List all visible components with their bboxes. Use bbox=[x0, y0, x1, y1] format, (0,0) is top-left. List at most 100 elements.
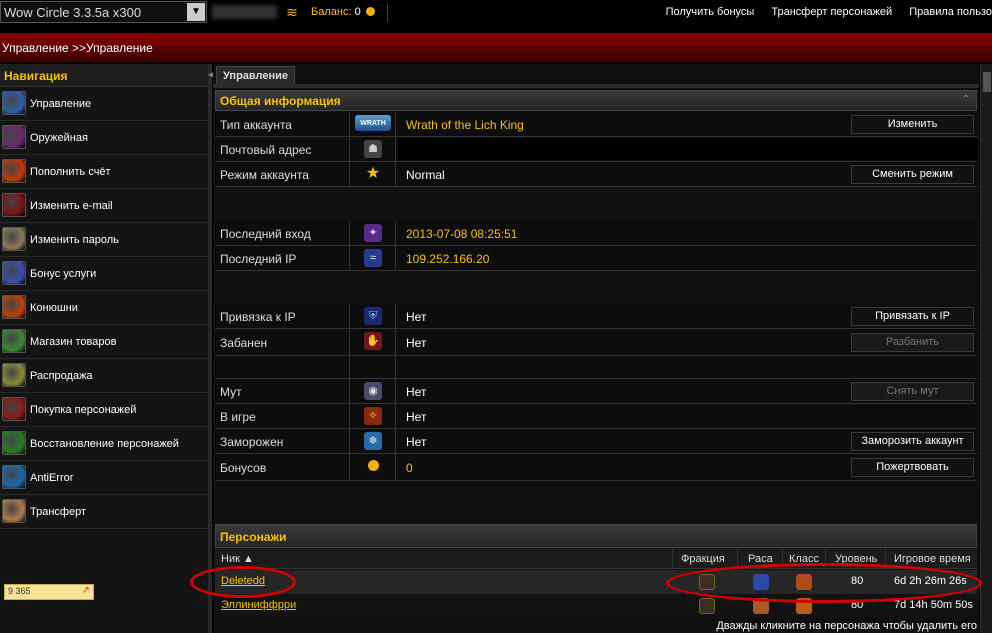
scrollbar-thumb[interactable] bbox=[983, 72, 991, 92]
sidebar-item-9[interactable]: Покупка персонажей bbox=[0, 393, 208, 427]
freeze-account-button[interactable]: Заморозить аккаунт bbox=[851, 432, 974, 451]
swirl-icon bbox=[2, 465, 26, 489]
delete-hint: Дважды кликните на персонажа чтобы удали… bbox=[716, 620, 977, 632]
top-links: Получить бонусы Трансферт персонажей Пра… bbox=[652, 6, 992, 18]
change-mode-button[interactable]: Сменить режим bbox=[851, 165, 974, 184]
link-rules[interactable]: Правила пользо bbox=[909, 6, 992, 18]
banned-label: Забанен bbox=[215, 329, 350, 355]
horse-icon bbox=[2, 295, 26, 319]
col-faction[interactable]: Фракция bbox=[681, 553, 725, 565]
row-banned: Забанен ✋ Нет Разбанить bbox=[215, 329, 977, 356]
sidebar-item-label: Восстановление персонажей bbox=[30, 438, 179, 450]
annotation-circle bbox=[666, 563, 982, 603]
sidebar-item-label: Пополнить счёт bbox=[30, 166, 111, 178]
sidebar-item-3[interactable]: Изменить e-mail bbox=[0, 189, 208, 223]
email-label: Почтовый адрес bbox=[215, 137, 350, 161]
sidebar-item-0[interactable]: Управление bbox=[0, 87, 208, 121]
sidebar-item-label: Оружейная bbox=[30, 132, 88, 144]
change-button[interactable]: Изменить bbox=[851, 115, 974, 134]
sidebar-item-2[interactable]: Пополнить счёт bbox=[0, 155, 208, 189]
chevron-rank-icon: ≋ bbox=[286, 4, 298, 20]
row-frozen: Заморожен ❄ Нет Заморозить аккаунт bbox=[215, 429, 977, 454]
last-login-value: 2013-07-08 08:25:51 bbox=[406, 227, 518, 241]
sidebar: Навигация Управление Оружейная Пополнить с… bbox=[0, 64, 208, 633]
collapse-icon[interactable]: ⌃ bbox=[962, 94, 970, 105]
frozen-label: Заморожен bbox=[215, 429, 350, 453]
frost-icon: ❄ bbox=[364, 432, 382, 450]
row-account-mode: Режим аккаунта ★ Normal Сменить режим bbox=[215, 162, 977, 187]
divider bbox=[387, 4, 388, 22]
donate-button[interactable]: Пожертвовать bbox=[851, 458, 974, 477]
mail-icon bbox=[2, 193, 26, 217]
link-get-bonuses[interactable]: Получить бонусы bbox=[666, 6, 755, 18]
counter-badge[interactable]: 9 365 ↗ bbox=[4, 584, 94, 600]
sidebar-splitter[interactable] bbox=[208, 64, 212, 633]
col-race[interactable]: Раса bbox=[748, 553, 773, 565]
realm-select[interactable]: Wow Circle 3.3.5a x300 ▼ bbox=[0, 1, 207, 23]
lock-shield-icon: ⛨ bbox=[364, 307, 382, 325]
face-icon bbox=[2, 499, 26, 523]
crossed-swords-icon bbox=[2, 125, 26, 149]
sidebar-item-11[interactable]: AntiError bbox=[0, 461, 208, 495]
sidebar-item-label: Управление bbox=[30, 98, 92, 110]
coin-icon bbox=[364, 459, 382, 477]
characters-title: Персонажи bbox=[220, 530, 287, 544]
sidebar-item-10[interactable]: Восстановление персонажей bbox=[0, 427, 208, 461]
character-playtime: 7d 14h 50m 50s bbox=[894, 599, 973, 611]
balance: Баланс: 0 bbox=[311, 6, 375, 18]
username-blurred bbox=[212, 5, 277, 19]
coin-icon bbox=[365, 7, 375, 16]
sidebar-item-4[interactable]: Изменить пароль bbox=[0, 223, 208, 257]
spacer bbox=[215, 188, 977, 221]
sidebar-item-12[interactable]: Трансферт bbox=[0, 495, 208, 529]
star-icon: ★ bbox=[365, 165, 381, 182]
sidebar-item-label: Трансферт bbox=[30, 506, 86, 518]
account-type-label: Тип аккаунта bbox=[215, 112, 350, 136]
sidebar-item-label: AntiError bbox=[30, 472, 74, 484]
email-redacted bbox=[398, 138, 977, 160]
col-nick[interactable]: Ник ▲ bbox=[221, 553, 254, 565]
hands-icon bbox=[2, 363, 26, 387]
banned-value: Нет bbox=[406, 336, 427, 350]
row-last-login: Последний вход ✦ 2013-07-08 08:25:51 bbox=[215, 221, 977, 246]
chevron-down-icon[interactable]: ▼ bbox=[187, 3, 205, 21]
sidebar-item-label: Распродажа bbox=[30, 370, 93, 382]
link-character-transfer[interactable]: Трансферт персонажей bbox=[771, 6, 892, 18]
sidebar-item-6[interactable]: Конюшни bbox=[0, 291, 208, 325]
character-nick[interactable]: Эллиниффрри bbox=[221, 599, 296, 611]
bonus-value: 0 bbox=[406, 461, 413, 475]
sidebar-item-7[interactable]: Магазин товаров bbox=[0, 325, 208, 359]
ip-bind-label: Привязка к IP bbox=[215, 304, 350, 328]
sword-icon bbox=[2, 261, 26, 285]
sidebar-item-8[interactable]: Распродажа bbox=[0, 359, 208, 393]
sidebar-item-5[interactable]: Бонус услуги bbox=[0, 257, 208, 291]
col-playtime[interactable]: Игровое время bbox=[894, 553, 971, 565]
mute-label: Мут bbox=[215, 379, 350, 403]
balance-label: Баланс: bbox=[311, 6, 352, 18]
scrollbar[interactable] bbox=[980, 64, 992, 633]
row-ingame: В игре ✧ Нет bbox=[215, 404, 977, 429]
shield-icon bbox=[2, 91, 26, 115]
orb-icon bbox=[2, 329, 26, 353]
last-ip-label: Последний IP bbox=[215, 246, 350, 270]
breadcrumb[interactable]: Управление >>Управление bbox=[2, 41, 153, 55]
unmute-button[interactable]: Снять мут bbox=[851, 382, 974, 401]
row-bonuses: Бонусов 0 Пожертвовать bbox=[215, 454, 977, 481]
tab-management[interactable]: Управление bbox=[216, 66, 296, 85]
ingame-label: В игре bbox=[215, 404, 350, 428]
bind-ip-button[interactable]: Привязать к IP bbox=[851, 307, 974, 326]
row-ip-binding: Привязка к IP ⛨ Нет Привязать к IP bbox=[215, 304, 977, 329]
arrow-icon: ↗ bbox=[81, 585, 90, 596]
portal-icon: ✦ bbox=[364, 224, 382, 242]
balance-value: 0 bbox=[354, 6, 361, 18]
handprint-icon: ✋ bbox=[364, 332, 382, 350]
counter-value: 9 365 bbox=[8, 586, 31, 596]
sidebar-item-1[interactable]: Оружейная bbox=[0, 121, 208, 155]
top-bar: Wow Circle 3.3.5a x300 ▼ ≋ Баланс: 0 Пол… bbox=[0, 0, 992, 26]
row-email: Почтовый адрес ☗ bbox=[215, 137, 977, 162]
ingame-value: Нет bbox=[406, 410, 427, 424]
demon-icon bbox=[2, 397, 26, 421]
realm-select-value: Wow Circle 3.3.5a x300 bbox=[4, 5, 142, 20]
sidebar-item-label: Покупка персонажей bbox=[30, 404, 137, 416]
unban-button[interactable]: Разбанить bbox=[851, 333, 974, 352]
